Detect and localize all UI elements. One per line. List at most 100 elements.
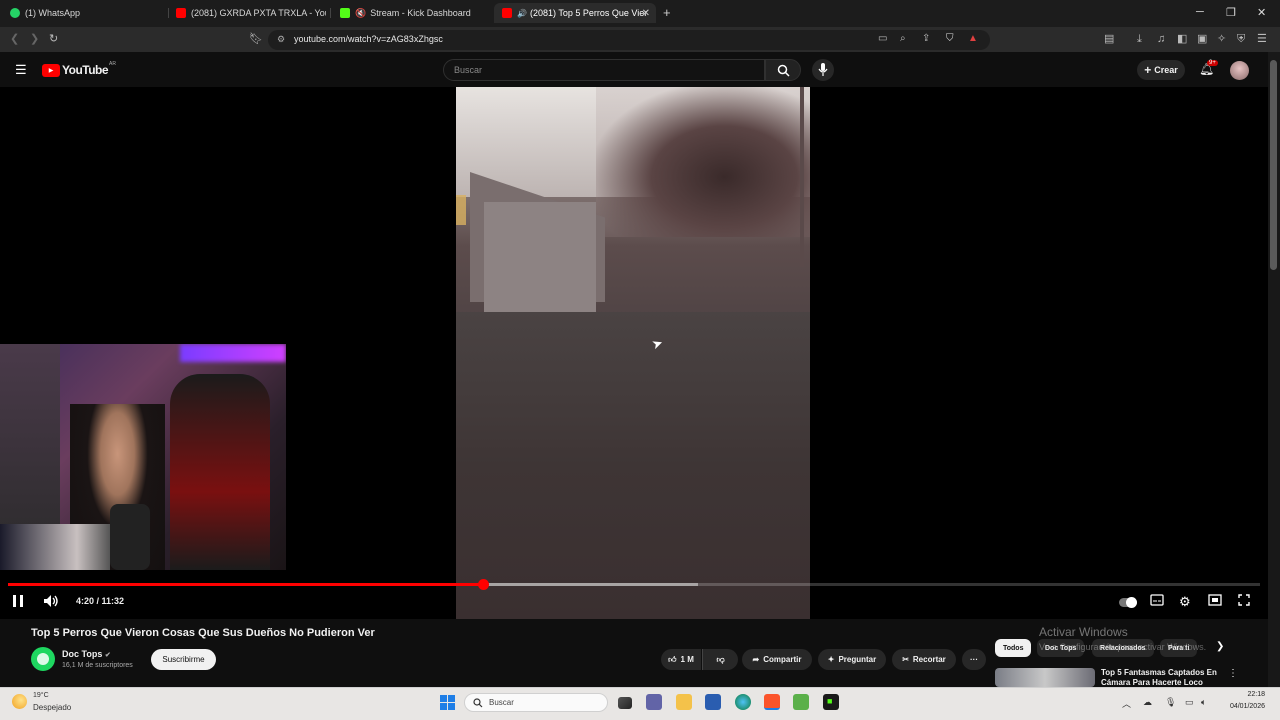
chevron-right-icon[interactable]: ❯: [1216, 641, 1224, 652]
pause-button[interactable]: [12, 594, 24, 610]
tray-volume-icon[interactable]: 🔈︎: [1201, 697, 1206, 708]
weather-moon-icon[interactable]: [12, 694, 27, 709]
zoom-icon[interactable]: ⌕: [900, 33, 906, 44]
video-player[interactable]: ➤ 4:20 / 11:32 ⚙: [0, 87, 1268, 619]
share-icon[interactable]: ⇪: [922, 33, 930, 44]
channel-logo-icon: [37, 653, 49, 665]
wallet-icon[interactable]: ▣: [1197, 33, 1207, 45]
subscribe-button[interactable]: Suscribirme: [151, 649, 216, 670]
bookmark-icon[interactable]: 🔖︎: [249, 33, 263, 45]
taskbar-search-placeholder: Buscar: [489, 698, 514, 707]
new-tab-button[interactable]: +: [663, 5, 671, 20]
tray-display-icon[interactable]: ▭: [1185, 697, 1194, 708]
search-button[interactable]: [765, 59, 801, 81]
download-icon[interactable]: ⤓: [1137, 33, 1142, 45]
settings-gear-icon[interactable]: ⚙: [1179, 594, 1191, 610]
edge-icon[interactable]: [735, 694, 751, 710]
create-label: Crear: [1154, 65, 1178, 75]
file-explorer-icon[interactable]: [676, 694, 692, 710]
search-input[interactable]: Buscar: [443, 59, 765, 81]
muted-speaker-icon: 🔇: [355, 7, 367, 18]
brave-rewards-icon[interactable]: ▲: [968, 33, 978, 44]
autoplay-toggle[interactable]: [1119, 594, 1137, 610]
windows-logo-icon: [440, 695, 455, 710]
ground: [456, 312, 810, 619]
theater-mode-icon: [1208, 594, 1222, 606]
volume-button[interactable]: [43, 594, 59, 610]
youtube-favicon-icon: [176, 8, 186, 18]
like-button[interactable]: 👍︎ 1 M: [661, 649, 701, 670]
tab-kick-dashboard[interactable]: 🔇 Stream - Kick Dashboard: [332, 3, 492, 23]
close-window-icon[interactable]: ✕: [1257, 6, 1266, 19]
ask-button[interactable]: ✦ Preguntar: [818, 649, 886, 670]
vpn-icon[interactable]: ⛨: [1237, 33, 1245, 45]
weather-temperature[interactable]: 19°C: [33, 692, 49, 699]
microphone-icon: [818, 63, 828, 76]
subtitles-icon: [1150, 594, 1164, 606]
avatar[interactable]: [1230, 61, 1249, 80]
music-icon[interactable]: ♫: [1157, 33, 1165, 45]
brave-browser-icon[interactable]: [764, 694, 780, 710]
more-vert-icon[interactable]: ⋮: [1228, 668, 1238, 679]
reload-icon[interactable]: ↻: [49, 33, 58, 45]
tray-mic-icon[interactable]: 🎙︎: [1165, 697, 1176, 708]
menu-icon[interactable]: ☰: [1257, 33, 1267, 45]
pole: [800, 87, 804, 267]
task-view-icon[interactable]: [618, 697, 632, 709]
forward-icon[interactable]: ❯: [30, 33, 39, 45]
weather-description[interactable]: Despejado: [33, 703, 71, 712]
subtitles-button[interactable]: [1150, 594, 1164, 610]
channel-avatar[interactable]: [31, 647, 55, 671]
brave-shield-icon[interactable]: ⛉: [946, 33, 954, 44]
chip-todos[interactable]: Todos: [995, 639, 1032, 657]
hamburger-menu-icon[interactable]: ☰: [15, 62, 27, 78]
tab-whatsapp[interactable]: (1) WhatsApp: [2, 3, 167, 23]
progress-scrubber[interactable]: [477, 579, 489, 590]
address-bar[interactable]: ⚙ youtube.com/watch?v=zAG83xZhgsc ▭ ⌕ ⇪ …: [268, 30, 990, 50]
dislike-button[interactable]: 👎︎: [702, 649, 738, 670]
close-tab-icon[interactable]: ✕: [642, 8, 650, 19]
create-button[interactable]: + Crear: [1137, 60, 1185, 80]
tray-expand-icon[interactable]: ︿: [1122, 697, 1131, 710]
voice-search-button[interactable]: [812, 59, 834, 81]
kick-app-icon[interactable]: ■: [823, 694, 839, 710]
cast-icon[interactable]: ▭: [878, 33, 887, 44]
share-button[interactable]: ➦ Compartir: [742, 649, 812, 670]
activate-windows-subtitle: Ve a Configuración para activar Windows.: [1039, 642, 1207, 652]
game-app-icon[interactable]: [793, 694, 809, 710]
recommended-thumbnail[interactable]: [995, 668, 1095, 687]
youtube-logo[interactable]: ▶ YouTube AR: [42, 61, 116, 77]
windows-start-icon[interactable]: [440, 695, 455, 710]
progress-bar[interactable]: [8, 579, 1260, 590]
more-actions-button[interactable]: ···: [962, 649, 986, 670]
volume-icon: [44, 595, 58, 607]
clock-time[interactable]: 22:18: [1223, 691, 1265, 698]
subscriber-count: 16,1 M de suscriptores: [62, 662, 133, 669]
recommended-title[interactable]: Top 5 Fantasmas Captados En Cámara Para …: [1101, 668, 1221, 687]
url-text[interactable]: youtube.com/watch?v=zAG83xZhgsc: [294, 34, 443, 44]
video-title: Top 5 Perros Que Vieron Cosas Que Sus Du…: [31, 627, 375, 639]
taskbar-search[interactable]: Buscar: [464, 693, 608, 712]
leo-ai-icon[interactable]: ✧: [1217, 33, 1226, 45]
theater-mode-button[interactable]: [1208, 594, 1222, 610]
channel-name[interactable]: Doc Tops ✔: [62, 649, 111, 659]
minimize-icon[interactable]: ─: [1196, 6, 1204, 18]
split-view-icon[interactable]: ◧: [1177, 33, 1187, 45]
fullscreen-button[interactable]: [1238, 594, 1250, 610]
logo-text: YouTube: [62, 63, 109, 77]
teams-icon[interactable]: [646, 694, 662, 710]
site-info-icon[interactable]: ⚙: [277, 34, 285, 45]
tray-network-icon[interactable]: ☁: [1143, 697, 1152, 708]
share-label: Compartir: [763, 655, 802, 664]
tab-youtube-gxrda[interactable]: (2081) GXRDA PXTA TRXLA - YouTub: [168, 3, 326, 23]
sidebar-toggle-icon[interactable]: ▤: [1104, 33, 1114, 45]
back-icon[interactable]: ❮: [10, 33, 19, 45]
video-frame[interactable]: [456, 87, 810, 619]
clock-date[interactable]: 04/01/2026: [1223, 703, 1265, 710]
clip-button[interactable]: ✂ Recortar: [892, 649, 956, 670]
scrollbar-thumb[interactable]: [1270, 60, 1277, 270]
maximize-icon[interactable]: ❐: [1226, 6, 1236, 19]
gaming-chair: [170, 374, 270, 570]
tab-top5-perros[interactable]: 🔊 (2081) Top 5 Perros Que Vier ✕: [494, 3, 656, 23]
store-icon[interactable]: [705, 694, 721, 710]
